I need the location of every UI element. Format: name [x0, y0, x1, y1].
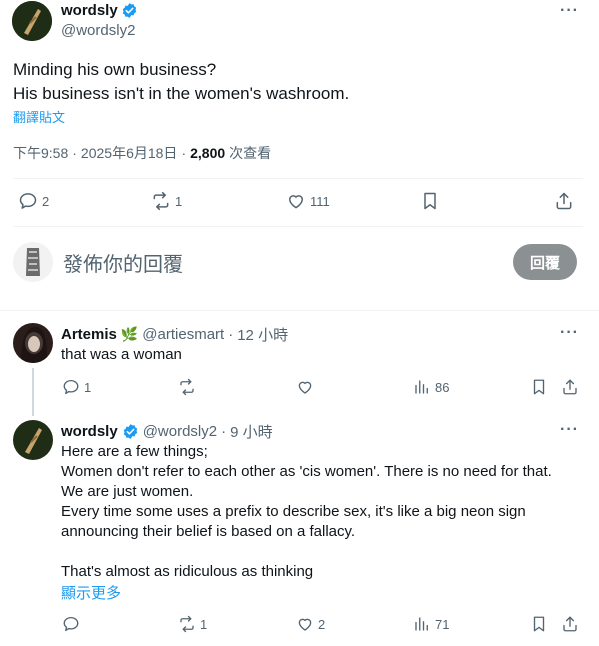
main-author-handle[interactable]: @wordsly2 — [61, 22, 135, 39]
divider — [0, 310, 599, 311]
views-label: 次查看 — [229, 145, 272, 161]
reply1-views-count: 86 — [435, 379, 450, 395]
reply1-share-button[interactable] — [561, 378, 579, 396]
reply2-like-button[interactable]: 2 — [296, 615, 325, 633]
verified-badge-icon — [123, 424, 137, 439]
compose-avatar[interactable] — [13, 242, 53, 282]
reply1-timestamp[interactable]: 12 小時 — [237, 324, 288, 345]
views-icon — [415, 617, 428, 631]
reply2-line: That's almost as ridiculous as thinking — [61, 563, 314, 580]
reply2-more-icon[interactable]: ··· — [560, 421, 579, 439]
reply1-more-icon[interactable]: ··· — [560, 324, 579, 342]
main-post-text: Minding his own business? His business i… — [13, 58, 349, 106]
reply-icon — [63, 616, 79, 632]
show-more-link[interactable]: 顯示更多 — [61, 582, 121, 603]
main-author-avatar[interactable] — [12, 1, 52, 41]
reply2-line: Here are a few things; — [61, 443, 208, 460]
divider — [13, 178, 583, 179]
reply2-views-button[interactable]: 71 — [413, 615, 449, 633]
reply1-views-button[interactable]: 86 — [413, 378, 449, 396]
reply-submit-button[interactable]: 回覆 — [513, 244, 577, 280]
views-icon — [415, 380, 428, 394]
reply2-repost-count: 1 — [200, 616, 208, 632]
translate-link[interactable]: 翻譯貼文 — [13, 107, 65, 126]
bookmark-icon — [533, 379, 545, 395]
reply2-author-handle[interactable]: @wordsly2 — [143, 423, 217, 440]
repost-icon — [180, 378, 194, 396]
reply-icon — [63, 379, 79, 395]
main-reply-count: 2 — [42, 193, 50, 209]
reply1-author-name[interactable]: Artemis — [61, 326, 117, 343]
main-share-button[interactable] — [554, 191, 574, 211]
post-date[interactable]: 2025年6月18日 — [81, 143, 178, 163]
reply2-avatar[interactable] — [13, 420, 53, 460]
verified-badge-icon — [122, 3, 136, 18]
reply2-author-name[interactable]: wordsly — [61, 423, 118, 440]
reply1-like-button[interactable] — [296, 378, 314, 396]
reply-icon — [19, 193, 37, 209]
post-meta: 下午9:58 · 2025年6月18日 · 2,800 次查看 — [13, 143, 271, 163]
share-icon — [556, 192, 572, 210]
main-like-count: 111 — [310, 193, 330, 209]
reply1-reply-count: 1 — [84, 379, 92, 395]
reply2-timestamp[interactable]: 9 小時 — [230, 421, 273, 442]
share-icon — [563, 379, 577, 395]
reply2-line: announcing their belief is based on a fa… — [61, 523, 356, 540]
compose-input[interactable]: 發佈你的回覆 — [63, 248, 183, 277]
meta-separator: · — [221, 423, 227, 440]
meta-separator: · — [72, 145, 77, 161]
reply2-line: We are just women. — [61, 483, 194, 500]
reply1-repost-button[interactable] — [178, 378, 196, 396]
reply1-author-handle[interactable]: @artiesmart — [142, 326, 224, 343]
reply2-like-count: 2 — [318, 616, 326, 632]
repost-icon — [153, 191, 169, 211]
meta-separator: · — [181, 145, 187, 161]
reply1-reply-button[interactable]: 1 — [62, 378, 91, 396]
reply1-text: that was a woman — [61, 346, 182, 363]
main-post-line-1: Minding his own business? — [13, 60, 217, 79]
divider — [13, 226, 583, 227]
main-post-line-2: His business isn't in the women's washro… — [13, 84, 350, 103]
bookmark-icon — [533, 616, 545, 632]
reply2-repost-button[interactable]: 1 — [178, 615, 207, 633]
main-like-button[interactable]: 111 — [286, 191, 330, 211]
main-author-name[interactable]: wordsly — [61, 2, 118, 19]
reply2-reply-button[interactable] — [62, 615, 80, 633]
meta-separator: · — [228, 326, 234, 343]
reply-thread-line — [32, 368, 34, 416]
bookmark-icon — [424, 192, 436, 210]
reply2-text: Here are a few things; Women don't refer… — [61, 442, 591, 582]
views-count: 2,800 — [190, 145, 226, 161]
main-more-icon[interactable]: ··· — [560, 2, 579, 20]
main-reply-button[interactable]: 2 — [18, 191, 49, 211]
reply1-name-emoji: 🌿 — [120, 326, 139, 342]
reply2-line: Every time some uses a prefix to describ… — [61, 503, 526, 520]
reply2-line — [61, 542, 591, 562]
reply1-bookmark-button[interactable] — [530, 378, 548, 396]
reply2-line: Women don't refer to each other as 'cis … — [61, 463, 552, 480]
like-icon — [298, 381, 312, 394]
share-icon — [563, 616, 577, 632]
main-repost-button[interactable]: 1 — [151, 191, 182, 211]
like-icon — [289, 195, 303, 209]
like-icon — [298, 618, 312, 631]
reply1-avatar[interactable] — [13, 323, 53, 363]
reply2-views-count: 71 — [435, 616, 450, 632]
reply2-bookmark-button[interactable] — [530, 615, 548, 633]
reply2-share-button[interactable] — [561, 615, 579, 633]
post-time[interactable]: 下午9:58 — [13, 143, 68, 163]
main-repost-count: 1 — [175, 193, 183, 209]
repost-icon — [180, 615, 194, 633]
main-bookmark-button[interactable] — [420, 191, 440, 211]
